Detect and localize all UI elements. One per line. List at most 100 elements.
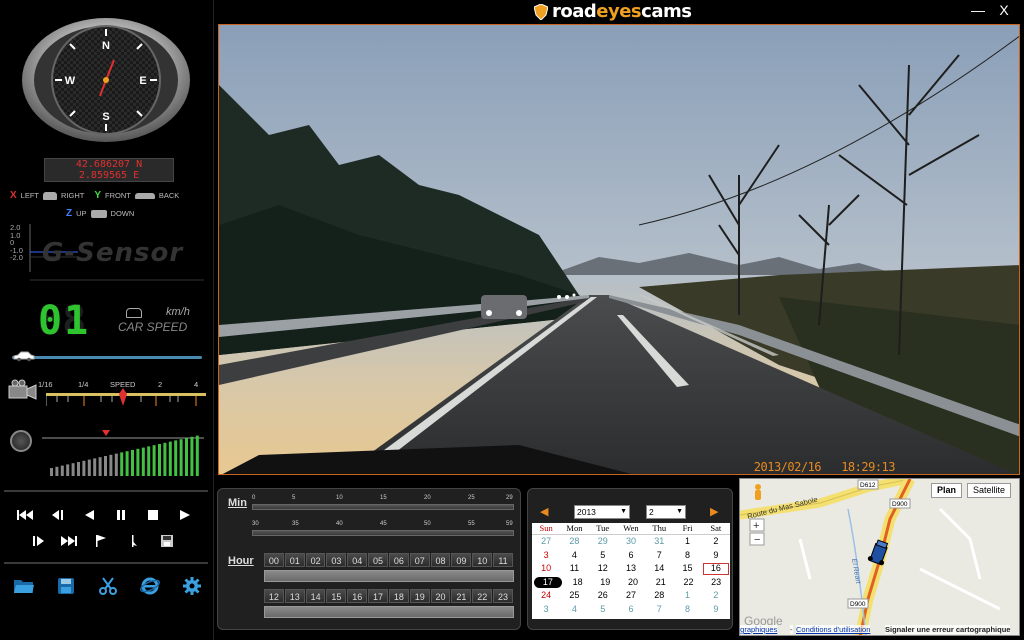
hour-button[interactable]: 20: [430, 589, 451, 603]
map-plan-button[interactable]: Plan: [931, 483, 963, 498]
hour-button[interactable]: 19: [409, 589, 430, 603]
hour-button[interactable]: 09: [451, 553, 472, 567]
calendar-day[interactable]: 1: [673, 535, 701, 549]
hour-button[interactable]: 02: [305, 553, 326, 567]
hour-button[interactable]: 16: [347, 589, 368, 603]
hour-button[interactable]: 01: [284, 553, 305, 567]
month-select[interactable]: 2 ▼: [646, 505, 686, 519]
map-footer-data[interactable]: ographiques: [740, 625, 778, 634]
calendar-day[interactable]: 4: [560, 603, 588, 617]
hour-button[interactable]: 17: [368, 589, 388, 603]
hour-button[interactable]: 00: [264, 553, 284, 567]
hour-button[interactable]: 13: [284, 589, 305, 603]
hour-button[interactable]: 06: [388, 553, 409, 567]
hour-button[interactable]: 23: [493, 589, 513, 603]
calendar-day[interactable]: 30: [617, 535, 645, 549]
calendar-day[interactable]: 3: [532, 603, 560, 617]
settings-button[interactable]: [178, 572, 206, 600]
skip-first-button[interactable]: [12, 504, 38, 526]
hour-button[interactable]: 10: [472, 553, 493, 567]
save-button[interactable]: [52, 572, 80, 600]
close-button[interactable]: X: [994, 2, 1014, 18]
calendar-day[interactable]: 20: [619, 576, 647, 590]
rewind-button[interactable]: [76, 504, 102, 526]
calendar-day[interactable]: 4: [560, 549, 588, 563]
calendar-day[interactable]: 13: [617, 562, 645, 576]
map-satellite-button[interactable]: Satellite: [967, 483, 1012, 498]
stop-button[interactable]: [140, 504, 166, 526]
calendar-day[interactable]: 10: [532, 562, 560, 576]
calendar-day[interactable]: 28: [560, 535, 588, 549]
hour-button[interactable]: 22: [472, 589, 493, 603]
hour-button[interactable]: 08: [430, 553, 451, 567]
playback-speed-thumb[interactable]: [118, 388, 128, 406]
snapshot-save-button[interactable]: [154, 530, 180, 552]
hour-button[interactable]: 12: [264, 589, 284, 603]
hour-button[interactable]: 07: [409, 553, 430, 567]
hour-button[interactable]: 15: [326, 589, 347, 603]
calendar-day[interactable]: 23: [702, 576, 730, 590]
map-terms-link[interactable]: Conditions d'utilisation: [796, 625, 871, 634]
play-button[interactable]: [172, 504, 198, 526]
calendar-day[interactable]: 19: [591, 576, 619, 590]
calendar-day[interactable]: 22: [675, 576, 703, 590]
next-frame-button[interactable]: [26, 530, 52, 552]
calendar-day[interactable]: 1: [673, 589, 701, 603]
calendar-day[interactable]: 15: [673, 562, 701, 576]
marker-button[interactable]: [120, 530, 146, 552]
calendar-day[interactable]: 9: [702, 603, 730, 617]
map-report-error-link[interactable]: Signaler une erreur cartographique: [885, 625, 1011, 634]
hour-track-am[interactable]: [264, 570, 514, 582]
previous-frame-button[interactable]: [44, 504, 70, 526]
calendar-prev-button[interactable]: ◀: [540, 505, 548, 518]
map-view[interactable]: Route du Mas Sabole D612 D900 D900 El Re…: [739, 478, 1020, 636]
calendar-day[interactable]: 24: [532, 589, 560, 603]
calendar-day[interactable]: 6: [617, 603, 645, 617]
calendar-day[interactable]: 26: [589, 589, 617, 603]
calendar-day[interactable]: 16: [702, 562, 730, 576]
calendar-day[interactable]: 2: [702, 589, 730, 603]
hour-button[interactable]: 14: [305, 589, 326, 603]
hour-button[interactable]: 18: [388, 589, 409, 603]
hour-track-pm[interactable]: [264, 606, 514, 618]
hour-button[interactable]: 11: [493, 553, 513, 567]
calendar-day[interactable]: 9: [702, 549, 730, 563]
calendar-day[interactable]: 31: [645, 535, 673, 549]
calendar-day[interactable]: 5: [589, 549, 617, 563]
trip-progress-track[interactable]: [12, 356, 202, 359]
open-folder-button[interactable]: [10, 572, 38, 600]
year-select[interactable]: 2013 ▼: [574, 505, 630, 519]
calendar-day[interactable]: 2: [702, 535, 730, 549]
volume-bars[interactable]: [42, 426, 206, 478]
calendar-day[interactable]: 6: [617, 549, 645, 563]
video-player[interactable]: 2013/02/16 18:29:13: [218, 24, 1020, 475]
calendar-day[interactable]: 12: [589, 562, 617, 576]
browser-button[interactable]: [136, 572, 164, 600]
calendar-day[interactable]: 5: [589, 603, 617, 617]
calendar-day[interactable]: 25: [560, 589, 588, 603]
calendar-day[interactable]: 29: [589, 535, 617, 549]
calendar-next-button[interactable]: ▶: [710, 505, 718, 518]
bookmark-flag-button[interactable]: [88, 530, 114, 552]
hour-button[interactable]: 04: [347, 553, 368, 567]
cut-clip-button[interactable]: [94, 572, 122, 600]
calendar-day[interactable]: 28: [645, 589, 673, 603]
calendar-day[interactable]: 27: [617, 589, 645, 603]
minute-track-30-59[interactable]: 30 35 40 45 50 55 59: [252, 521, 514, 537]
calendar-day[interactable]: 27: [532, 535, 560, 549]
hour-button[interactable]: 21: [451, 589, 472, 603]
calendar-day[interactable]: 21: [647, 576, 675, 590]
calendar-day[interactable]: 7: [645, 603, 673, 617]
calendar-day[interactable]: 14: [645, 562, 673, 576]
calendar-day[interactable]: 17: [534, 576, 562, 588]
calendar-day[interactable]: 11: [560, 562, 588, 576]
pause-button[interactable]: [108, 504, 134, 526]
calendar-day[interactable]: 7: [645, 549, 673, 563]
hour-button[interactable]: 05: [368, 553, 388, 567]
calendar-day[interactable]: 8: [673, 603, 701, 617]
minute-track-0-29[interactable]: 0 5 10 15 20 25 29: [252, 495, 514, 511]
calendar-day[interactable]: 3: [532, 549, 560, 563]
calendar-day[interactable]: 8: [673, 549, 701, 563]
skip-last-button[interactable]: [56, 530, 82, 552]
minimize-button[interactable]: —: [968, 2, 988, 18]
